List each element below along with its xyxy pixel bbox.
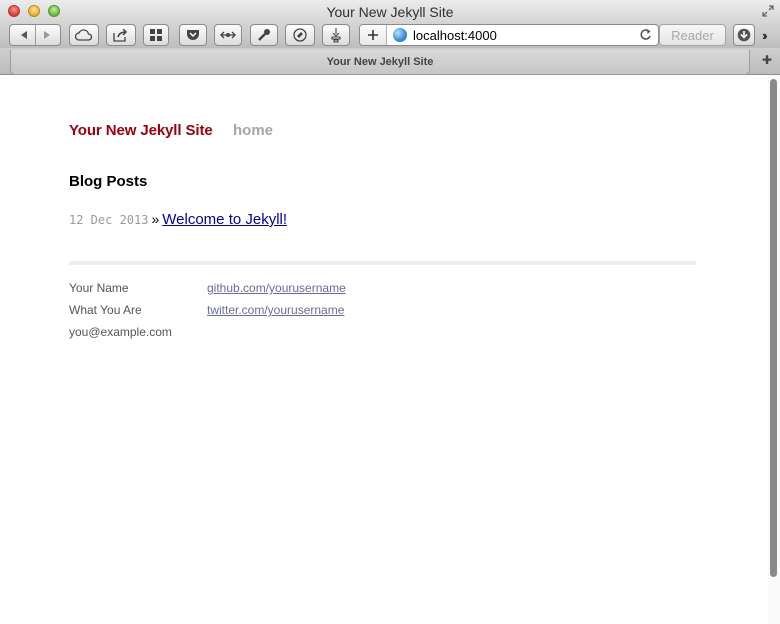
fullscreen-icon[interactable] xyxy=(762,5,774,17)
connect-icon xyxy=(220,31,236,39)
post-date: 12 Dec 2013 xyxy=(69,213,149,227)
downloads-button[interactable] xyxy=(733,24,755,46)
bookmark-icon xyxy=(331,28,341,43)
twitter-link[interactable]: twitter.com/yourusername xyxy=(207,303,344,317)
evernote-icon xyxy=(293,28,307,42)
github-link[interactable]: github.com/yourusername xyxy=(207,281,346,295)
address-bar[interactable]: localhost:4000 xyxy=(359,24,659,46)
pocket-icon xyxy=(187,30,199,40)
reload-icon[interactable] xyxy=(639,28,652,41)
footer-name: Your Name xyxy=(69,281,129,295)
add-bookmark-button[interactable] xyxy=(360,25,387,45)
tab-active[interactable]: Your New Jekyll Site xyxy=(10,50,750,75)
window-title: Your New Jekyll Site xyxy=(326,4,454,20)
vertical-scrollbar[interactable] xyxy=(768,75,780,624)
top-sites-button[interactable] xyxy=(143,24,169,46)
footer-email: you@example.com xyxy=(69,325,172,339)
icloud-icon xyxy=(75,29,93,41)
globe-icon xyxy=(393,28,407,42)
add-icon xyxy=(368,30,378,40)
post-title-link[interactable]: Welcome to Jekyll! xyxy=(162,211,287,228)
icloud-button[interactable] xyxy=(69,24,99,46)
pocket-button[interactable] xyxy=(179,24,207,46)
connect-button[interactable] xyxy=(214,24,242,46)
new-tab-icon[interactable]: ✚ xyxy=(762,53,772,67)
nav-home-link[interactable]: home xyxy=(233,122,273,139)
footer-role: What You Are xyxy=(69,303,142,317)
toolbar: localhost:4000 Reader ›› xyxy=(0,24,780,48)
tab-bar: Your New Jekyll Site ✚ xyxy=(0,48,780,75)
back-forward-buttons xyxy=(9,24,61,46)
url-text[interactable]: localhost:4000 xyxy=(413,28,497,43)
reader-button[interactable]: Reader xyxy=(659,24,726,46)
tools-icon xyxy=(258,29,270,41)
tab-label: Your New Jekyll Site xyxy=(326,56,434,68)
share-icon xyxy=(113,28,128,42)
footer-divider xyxy=(69,261,696,265)
title-bar: Your New Jekyll Site xyxy=(0,0,780,24)
post-separator: » xyxy=(151,211,160,227)
share-button[interactable] xyxy=(106,24,136,46)
tools-button[interactable] xyxy=(250,24,278,46)
top-sites-icon xyxy=(150,29,162,41)
blog-posts-heading: Blog Posts xyxy=(69,173,148,190)
back-icon[interactable] xyxy=(19,30,29,40)
page-content: Your New Jekyll Site home Blog Posts 12 … xyxy=(0,75,768,624)
forward-icon[interactable] xyxy=(42,30,52,40)
download-icon xyxy=(737,28,751,42)
bookmark-button[interactable] xyxy=(322,24,350,46)
site-title-link[interactable]: Your New Jekyll Site xyxy=(69,122,213,139)
chevrons-icon[interactable]: ›› xyxy=(762,28,767,43)
evernote-button[interactable] xyxy=(285,24,315,46)
scrollbar-thumb[interactable] xyxy=(770,79,777,577)
post-list-item: 12 Dec 2013» Welcome to Jekyll! xyxy=(69,211,287,229)
